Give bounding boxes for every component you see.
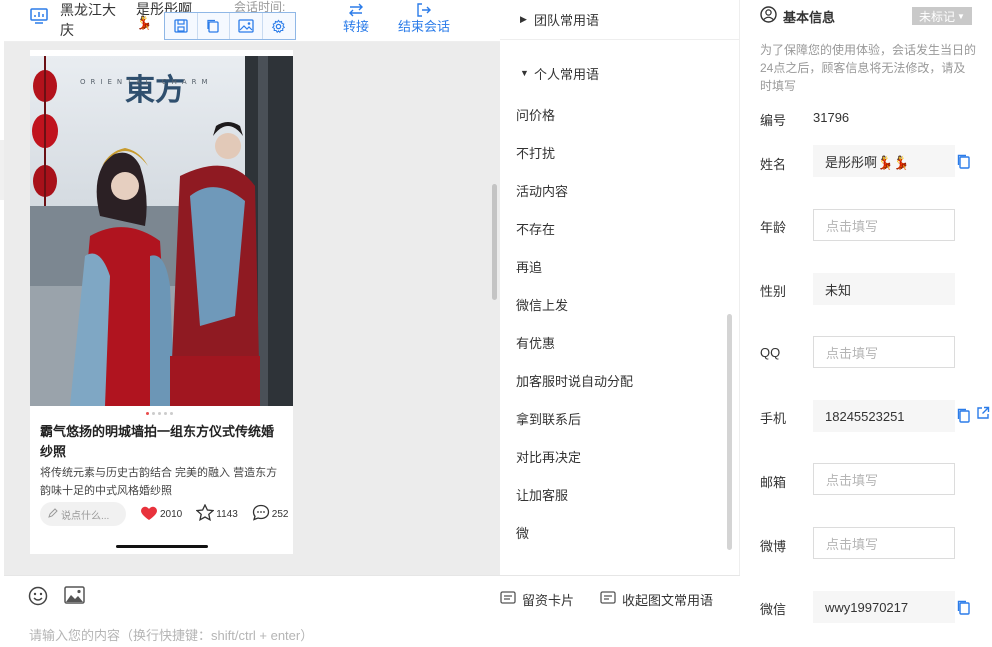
favorites-stat[interactable]: 1143: [195, 503, 238, 524]
id-value: 31796: [813, 110, 850, 125]
quick-phrases-panel: ▶ 团队常用语 ▼ 个人常用语 问价格 不打扰 活动内容 不存在 再追 微信上发…: [500, 0, 740, 575]
name-field[interactable]: 是彤彤啊💃💃: [813, 145, 955, 177]
comment-placeholder: 说点什么...: [61, 510, 110, 522]
customer-region: 黑龙江大庆: [60, 2, 116, 38]
phrase-item[interactable]: 活动内容: [516, 173, 633, 211]
personal-phrases-label: 个人常用语: [534, 66, 600, 82]
caret-down-icon: ▼: [520, 68, 529, 78]
wechat-label: 微信: [760, 602, 787, 617]
phrase-item[interactable]: 有优惠: [516, 325, 633, 363]
user-circle-icon: [760, 6, 777, 26]
monitor-chart-icon: [30, 8, 48, 27]
mark-tag-dropdown[interactable]: 未标记 ▼: [912, 7, 972, 25]
end-session-label: 结束会话: [397, 19, 450, 34]
image-icon[interactable]: [230, 13, 263, 39]
image-toolbar: [164, 12, 296, 40]
team-phrases-group[interactable]: ▶ 团队常用语: [500, 0, 740, 40]
phrases-scrollbar[interactable]: [727, 314, 732, 550]
phone-label: 手机: [760, 411, 787, 426]
copy-phone-icon[interactable]: [957, 408, 971, 426]
wedding-post-card[interactable]: 東方 ORIENTAL CHARM 霸气悠扬的明城墙拍一组东方仪式传统婚纱照 将…: [30, 50, 293, 554]
post-title: 霸气悠扬的明城墙拍一组东方仪式传统婚纱照: [40, 424, 275, 459]
weibo-input[interactable]: 点击填写: [813, 527, 955, 559]
phrase-item[interactable]: 不存在: [516, 211, 633, 249]
phrase-item[interactable]: 问价格: [516, 97, 633, 135]
comment-input-pill[interactable]: 说点什么...: [40, 502, 126, 526]
weibo-label: 微博: [760, 539, 787, 554]
edit-notice: 为了保障您的使用体验，会话发生当日的24点之后，顾客信息将无法修改，请及时填写: [760, 43, 977, 93]
post-actions: 说点什么... 2010 1143 252: [40, 502, 290, 526]
leave-info-card-button[interactable]: 留资卡片: [500, 590, 574, 609]
personal-phrases-group[interactable]: ▼ 个人常用语: [500, 53, 740, 93]
copy-wechat-icon[interactable]: [957, 600, 971, 618]
caret-right-icon: ▶: [520, 14, 527, 24]
age-label: 年龄: [760, 220, 787, 235]
copy-name-icon[interactable]: [957, 154, 971, 172]
comment-bubble-icon: [252, 504, 270, 524]
leave-info-card-label: 留资卡片: [522, 593, 575, 608]
phrase-item[interactable]: 拿到联系后: [516, 401, 633, 439]
gender-field[interactable]: 未知: [813, 273, 955, 305]
star-icon: [195, 503, 215, 524]
phone-home-indicator: [116, 545, 208, 548]
external-link-icon[interactable]: [976, 406, 990, 423]
wechat-field[interactable]: wwy19970217: [813, 591, 955, 623]
customer-name-emoji: 💃: [136, 15, 153, 30]
end-session-button[interactable]: 结束会话: [389, 0, 459, 34]
copy-icon[interactable]: [198, 13, 230, 39]
qq-input[interactable]: 点击填写: [813, 336, 955, 368]
chat-scrollbar[interactable]: [492, 184, 497, 300]
basic-info-title: 基本信息: [783, 9, 836, 25]
basic-info-header: 基本信息: [760, 6, 835, 26]
save-icon[interactable]: [165, 13, 198, 39]
customer-info-panel: 基本信息 未标记 ▼ 为了保障您的使用体验，会话发生当日的24点之后，顾客信息将…: [740, 0, 992, 647]
phrase-item[interactable]: 加客服时说自动分配: [516, 363, 633, 401]
mark-tag-label: 未标记: [919, 9, 956, 24]
message-icon: [600, 591, 616, 608]
phrase-item[interactable]: 再追: [516, 249, 633, 287]
email-label: 邮箱: [760, 475, 787, 490]
age-input[interactable]: 点击填写: [813, 209, 955, 241]
team-phrases-label: 团队常用语: [534, 13, 600, 28]
heart-icon: [140, 505, 158, 524]
collapse-phrases-button[interactable]: 收起图文常用语: [600, 590, 713, 609]
phone-field[interactable]: 18245523251: [813, 400, 955, 432]
phrase-item[interactable]: 微: [516, 515, 633, 553]
transfer-button[interactable]: 转接: [321, 0, 391, 34]
id-label: 编号: [760, 113, 787, 128]
chat-messages[interactable]: 東方 ORIENTAL CHARM 霸气悠扬的明城墙拍一组东方仪式传统婚纱照 将…: [4, 42, 500, 575]
brand-logo-subtext: ORIENTAL CHARM: [80, 78, 213, 86]
dropdown-caret-icon: ▼: [957, 11, 965, 21]
pencil-icon: [48, 507, 58, 521]
email-input[interactable]: 点击填写: [813, 463, 955, 495]
chat-header: 黑龙江大庆 是彤彤啊 💃 会话时间: 转接 结束会话: [4, 0, 500, 42]
collapse-phrases-label: 收起图文常用语: [622, 593, 714, 608]
qq-label: QQ: [760, 345, 781, 360]
message-input-area: 留资卡片 收起图文常用语 请输入您的内容（换行快捷键：shift/ctrl + …: [4, 575, 740, 647]
comments-stat[interactable]: 252: [252, 504, 289, 524]
gender-label: 性别: [760, 284, 787, 299]
emoji-icon[interactable]: [28, 586, 48, 609]
exit-icon: [389, 0, 459, 20]
picture-icon[interactable]: [64, 586, 85, 607]
comments-count: 252: [271, 508, 289, 520]
post-image: 東方 ORIENTAL CHARM: [30, 56, 293, 406]
name-label: 姓名: [760, 157, 787, 172]
message-input[interactable]: 请输入您的内容（换行快捷键：shift/ctrl + enter）: [29, 625, 313, 644]
transfer-arrows-icon: [321, 0, 391, 20]
phrase-item[interactable]: 微信上发: [516, 287, 633, 325]
image-pager-dots: [146, 412, 173, 415]
transfer-label: 转接: [342, 19, 369, 34]
phrase-item[interactable]: 让加客服: [516, 477, 633, 515]
likes-count: 2010: [160, 508, 183, 520]
likes-stat[interactable]: 2010: [140, 505, 182, 524]
settings-gear-icon[interactable]: [263, 13, 295, 39]
phrase-item[interactable]: 不打扰: [516, 135, 633, 173]
chat-panel: 黑龙江大庆 是彤彤啊 💃 会话时间: 转接 结束会话 東方 ORIENTAL C…: [0, 0, 500, 647]
card-icon: [500, 591, 516, 608]
phrase-item[interactable]: 对比再决定: [516, 439, 633, 477]
phrase-list: 问价格 不打扰 活动内容 不存在 再追 微信上发 有优惠 加客服时说自动分配 拿…: [516, 97, 633, 553]
favorites-count: 1143: [216, 508, 238, 520]
post-description: 将传统元素与历史古韵结合 完美的融入 营造东方韵味十足的中式风格婚纱照: [40, 467, 278, 497]
